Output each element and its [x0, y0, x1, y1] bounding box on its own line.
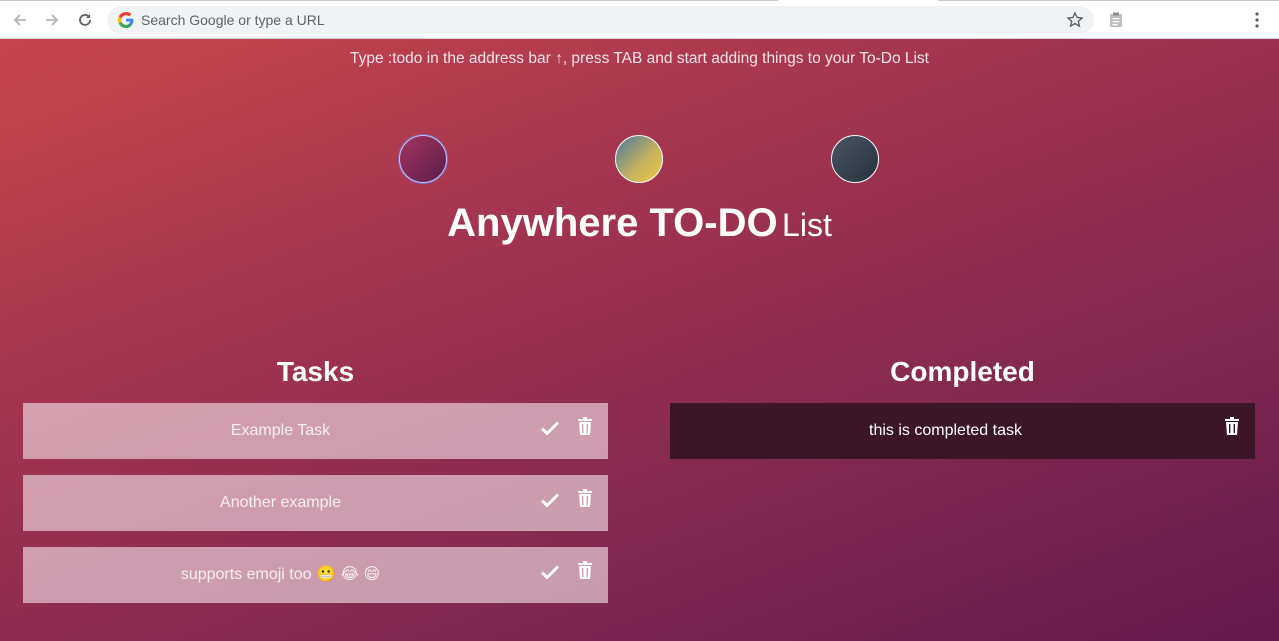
check-icon[interactable]: [540, 419, 560, 437]
todo-page: Type :todo in the address bar ↑, press T…: [0, 39, 1279, 641]
trash-icon[interactable]: [578, 417, 592, 435]
title-main: Anywhere TO-DO: [447, 201, 778, 245]
check-icon[interactable]: [540, 491, 560, 509]
extension-icon[interactable]: [1107, 11, 1125, 29]
task-item: Another example: [23, 475, 608, 531]
title-sub: List: [782, 207, 832, 243]
back-icon: [13, 14, 26, 26]
tasks-heading: Tasks: [276, 356, 355, 387]
trash-icon[interactable]: [1225, 417, 1239, 435]
completed-item: this is completed task: [670, 403, 1255, 459]
page-title: Anywhere TO-DO List: [0, 201, 1279, 246]
trash-icon[interactable]: [578, 561, 592, 579]
address-bar-placeholder: Search Google or type a URL: [141, 12, 325, 28]
task-text: supports emoji too 😬 😂 😄: [180, 566, 381, 583]
reload-button[interactable]: [74, 9, 96, 31]
back-button[interactable]: [9, 9, 31, 31]
completed-heading: Completed: [890, 356, 1035, 387]
theme-button-gold[interactable]: [615, 135, 663, 183]
tab-strip-edge: [0, 0, 1279, 1]
check-icon[interactable]: [540, 563, 560, 581]
task-text: Another example: [220, 494, 341, 511]
active-tab-edge: [778, 0, 938, 2]
completed-text: this is completed task: [869, 422, 1022, 439]
menu-icon[interactable]: [1250, 11, 1264, 29]
task-text: Example Task: [230, 422, 331, 439]
reload-icon: [79, 14, 91, 26]
address-bar[interactable]: Search Google or type a URL: [107, 6, 1094, 34]
theme-button-dark[interactable]: [831, 135, 879, 183]
theme-button-crimson[interactable]: [399, 135, 447, 183]
forward-icon: [46, 14, 59, 26]
browser-toolbar: Search Google or type a URL: [0, 0, 1279, 39]
google-icon: [118, 12, 134, 28]
trash-icon[interactable]: [578, 489, 592, 507]
task-item: Example Task: [23, 403, 608, 459]
usage-hint: Type :todo in the address bar ↑, press T…: [350, 50, 929, 67]
forward-button[interactable]: [41, 9, 63, 31]
star-icon[interactable]: [1066, 11, 1084, 29]
task-item: supports emoji too 😬 😂 😄: [23, 547, 608, 603]
